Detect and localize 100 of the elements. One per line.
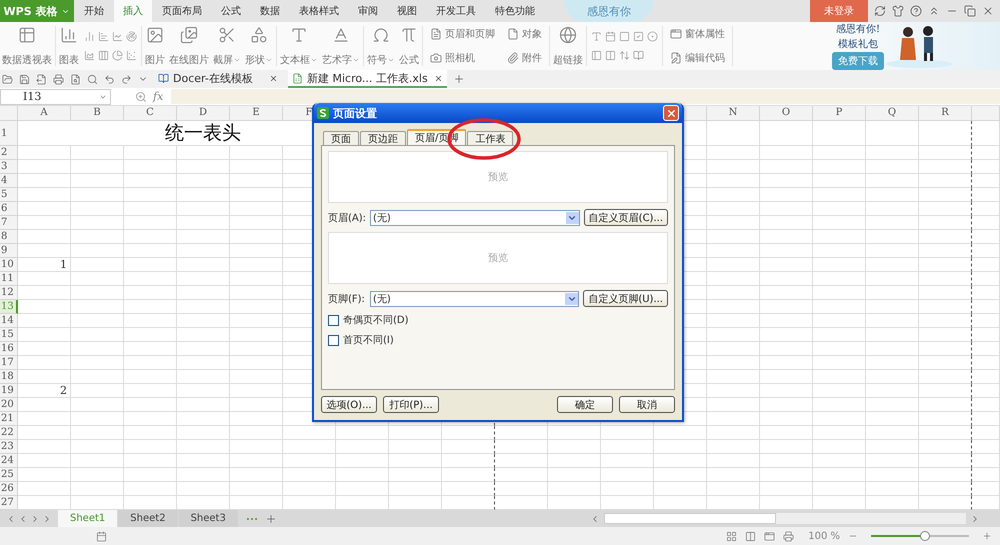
- function-label[interactable]: fx: [153, 90, 164, 103]
- pie-chart-icon[interactable]: [112, 50, 123, 61]
- redo-icon[interactable]: [121, 74, 132, 84]
- row-header[interactable]: 12: [0, 286, 18, 300]
- dialog-tab[interactable]: 页边距: [360, 131, 406, 145]
- menu-tab[interactable]: 特色功能: [486, 0, 544, 22]
- ribbon-button[interactable]: 公式: [397, 22, 421, 70]
- custom-button[interactable]: 自定义页眉(C)...: [584, 209, 668, 226]
- page-break-view-icon[interactable]: [745, 530, 756, 542]
- column-header[interactable]: A: [18, 106, 71, 121]
- document-tab[interactable]: 新建 Micro... 工作表.xls: [288, 70, 447, 88]
- column-header[interactable]: C: [124, 106, 177, 121]
- shirt-icon[interactable]: [892, 5, 904, 17]
- folder-icon[interactable]: [2, 74, 13, 84]
- row-header[interactable]: 24: [0, 454, 18, 468]
- row-header[interactable]: 23: [0, 440, 18, 454]
- row-header[interactable]: 27: [0, 496, 18, 510]
- reading-mode-icon[interactable]: [783, 530, 794, 542]
- radio-icon[interactable]: [647, 31, 658, 42]
- menu-tab[interactable]: 开发工具: [427, 0, 485, 22]
- sheet-tab[interactable]: Sheet2: [118, 510, 178, 527]
- row-header[interactable]: 1: [0, 121, 18, 146]
- column-header[interactable]: N: [707, 106, 760, 121]
- column-header[interactable]: Q: [866, 106, 919, 121]
- custom-button[interactable]: 自定义页脚(U)...: [583, 290, 668, 307]
- document-tab[interactable]: Docer-在线模板: [154, 70, 282, 88]
- dialog-button[interactable]: 确定: [557, 396, 613, 413]
- app-menu-button[interactable]: WPS 表格: [0, 0, 74, 22]
- row-header[interactable]: 19: [0, 384, 18, 398]
- export-icon[interactable]: [36, 74, 47, 84]
- bar-chart-icon[interactable]: [98, 31, 109, 42]
- row-header[interactable]: 14: [0, 314, 18, 328]
- menu-tab[interactable]: 视图: [388, 0, 426, 22]
- checkbox[interactable]: [328, 334, 339, 346]
- square-icon[interactable]: [619, 31, 630, 42]
- row-header[interactable]: 22: [0, 426, 18, 440]
- ribbon-button[interactable]: 附件: [505, 50, 544, 66]
- column-header[interactable]: R: [919, 106, 972, 121]
- row-header[interactable]: 7: [0, 216, 18, 230]
- row-header[interactable]: 25: [0, 468, 18, 482]
- ribbon-button[interactable]: 窗体属性: [668, 26, 727, 42]
- checkbox-icon[interactable]: [633, 31, 644, 42]
- row-header[interactable]: 6: [0, 202, 18, 216]
- row-header[interactable]: 21: [0, 412, 18, 426]
- combo-icon[interactable]: [605, 50, 616, 61]
- refresh-icon[interactable]: [874, 5, 886, 17]
- scatter-chart-icon[interactable]: [126, 50, 137, 61]
- menu-tab[interactable]: 表格样式: [290, 0, 348, 22]
- zoom-slider-thumb[interactable]: [920, 531, 930, 541]
- search-icon[interactable]: [87, 74, 98, 84]
- row-header[interactable]: 18: [0, 370, 18, 384]
- row-header[interactable]: 17: [0, 356, 18, 370]
- area-chart-icon[interactable]: [84, 50, 95, 61]
- ribbon-button[interactable]: 页眉和页脚: [428, 26, 497, 42]
- menu-tab[interactable]: 插入: [114, 0, 152, 22]
- ribbon-button[interactable]: 编辑代码: [668, 50, 727, 66]
- ribbon-button[interactable]: 在线图片: [167, 22, 211, 70]
- checkbox[interactable]: [328, 314, 339, 326]
- ribbon-button[interactable]: 图片: [143, 22, 167, 70]
- dialog-button[interactable]: 打印(P)...: [383, 396, 439, 413]
- row-header[interactable]: 8: [0, 230, 18, 244]
- letter-icon[interactable]: [591, 31, 602, 42]
- close-button[interactable]: [663, 105, 679, 121]
- columns-icon[interactable]: [98, 50, 109, 61]
- row-header[interactable]: 10: [0, 258, 18, 272]
- save-icon[interactable]: [19, 74, 30, 84]
- ribbon-button[interactable]: 图表: [57, 22, 81, 70]
- ribbon-button[interactable]: 数据透视表: [0, 22, 54, 70]
- scrollbar-thumb[interactable]: [604, 513, 776, 524]
- ribbon-button[interactable]: 照相机: [428, 50, 497, 66]
- print-icon[interactable]: [53, 74, 64, 84]
- zoom-in-icon[interactable]: [982, 531, 992, 541]
- ribbon-button[interactable]: 形状: [243, 22, 275, 70]
- menu-tab[interactable]: 审阅: [349, 0, 387, 22]
- restore-icon[interactable]: [964, 5, 976, 17]
- list-icon[interactable]: [591, 50, 602, 61]
- name-box[interactable]: I13: [0, 88, 111, 104]
- dropdown-field[interactable]: (无): [370, 210, 580, 226]
- column-header[interactable]: E: [230, 106, 283, 121]
- ribbon-button[interactable]: 文本框: [278, 22, 320, 70]
- radar-icon[interactable]: [126, 31, 137, 42]
- formula-field[interactable]: [171, 89, 1000, 104]
- row-header[interactable]: 15: [0, 328, 18, 342]
- scroll-icon[interactable]: [633, 50, 644, 61]
- dialog-tab[interactable]: 工作表: [467, 131, 514, 145]
- row-header[interactable]: 9: [0, 244, 18, 258]
- page-layout-icon[interactable]: [764, 530, 776, 542]
- menu-tab[interactable]: 公式: [212, 0, 250, 22]
- column-chart-icon[interactable]: [84, 31, 95, 42]
- scrollbar-track[interactable]: [604, 513, 966, 524]
- menu-tab[interactable]: 开始: [75, 0, 113, 22]
- sheet-tab[interactable]: Sheet3: [178, 510, 238, 527]
- close-icon[interactable]: [982, 5, 994, 17]
- column-header[interactable]: B: [71, 106, 124, 121]
- row-header[interactable]: 3: [0, 160, 18, 174]
- line-chart-icon[interactable]: [112, 31, 123, 42]
- add-sheet-icon[interactable]: [264, 512, 277, 524]
- frame-icon[interactable]: [605, 31, 616, 42]
- ribbon-button[interactable]: 符号: [365, 22, 397, 70]
- row-header[interactable]: 16: [0, 342, 18, 356]
